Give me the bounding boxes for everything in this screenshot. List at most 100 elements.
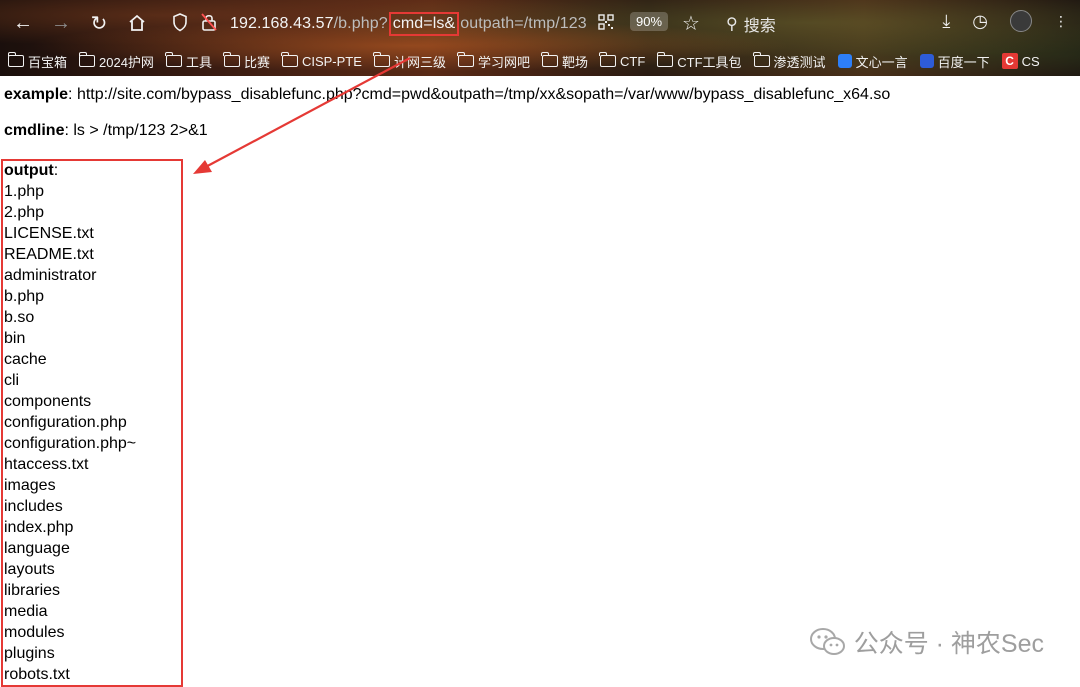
history-clock-icon[interactable]: ◷ [972, 11, 988, 32]
list-item: index.php [4, 519, 74, 536]
search-box[interactable]: ⚲ 搜索 [726, 12, 776, 36]
bookmark-item[interactable]: 计网三级 [373, 52, 446, 71]
example-line: example: http://site.com/bypass_disablef… [4, 86, 890, 104]
browser-chrome: ← → ↻ 192.168.43.57/b.php? cmd=ls& outpath… [0, 0, 1080, 76]
list-item: language [4, 540, 70, 557]
list-item: cache [4, 351, 47, 368]
list-item: plugins [4, 645, 55, 662]
list-item: 2.php [4, 204, 45, 221]
list-item: 1.php [4, 183, 45, 200]
cube-icon [837, 54, 852, 68]
cmdline-label: cmdline [4, 122, 65, 139]
reload-button[interactable]: ↻ [80, 4, 118, 42]
shield-icon[interactable] [172, 13, 188, 32]
bookmark-label: 百度一下 [937, 54, 990, 70]
bookmark-label: 百宝箱 [28, 54, 68, 70]
bookmark-label: 文心一言 [855, 54, 908, 70]
bookmark-item[interactable]: 文心一言 [837, 52, 908, 71]
bookmark-label: CTF工具包 [677, 54, 742, 70]
bookmark-item[interactable]: 靶场 [541, 52, 588, 71]
folder-icon [541, 52, 558, 67]
list-item: configuration.php [4, 414, 127, 431]
list-item: components [4, 393, 92, 410]
insecure-lock-icon[interactable] [200, 12, 218, 32]
list-item: layouts [4, 561, 55, 578]
list-item: configuration.php~ [4, 435, 137, 452]
example-label: example [4, 86, 69, 103]
c-badge-icon: C [1001, 53, 1018, 69]
url-text[interactable]: 192.168.43.57/b.php? cmd=ls& outpath=/tmp/… [230, 12, 587, 36]
list-item: LICENSE.txt [4, 225, 94, 242]
cmdline-line: cmdline: ls > /tmp/123 2>&1 [4, 122, 208, 140]
wechat-watermark: 公众号 · 神农Sec [809, 624, 1044, 660]
bookmark-star-icon[interactable]: ☆ [682, 11, 700, 36]
folder-icon [753, 52, 770, 67]
bookmarks-bar: 百宝箱 2024护网 工具 比赛 CISP-PTE 计网三级 学习网吧 靶场 C… [0, 48, 1080, 74]
page-content: example: http://site.com/bypass_disablef… [0, 76, 1080, 687]
qr-code-icon[interactable] [598, 14, 614, 30]
bookmark-label: CTF [619, 53, 646, 69]
folder-icon [78, 52, 96, 67]
bookmark-item[interactable]: CTF工具包 [656, 52, 742, 71]
folder-icon [165, 52, 182, 67]
paw-icon [919, 54, 934, 68]
list-item: includes [4, 498, 63, 515]
bookmark-item[interactable]: 百宝箱 [7, 52, 68, 71]
cmdline-value: : ls > /tmp/123 2>&1 [64, 122, 208, 139]
back-button[interactable]: ← [4, 4, 42, 42]
bookmark-item[interactable]: CTF [599, 52, 646, 69]
extension-avatar-icon[interactable] [1010, 10, 1032, 32]
folder-icon [7, 52, 24, 67]
folder-icon [599, 52, 616, 67]
folder-icon [223, 52, 240, 67]
bookmark-label: 学习网吧 [477, 54, 530, 70]
list-item: administrator [4, 267, 97, 284]
output-label: output [4, 162, 54, 179]
reload-icon: ↻ [90, 12, 108, 35]
bookmark-item[interactable]: 学习网吧 [457, 52, 530, 71]
list-item: images [4, 477, 56, 494]
bookmark-item[interactable]: 比赛 [223, 52, 270, 71]
list-item: b.so [4, 309, 35, 326]
address-bar[interactable]: 192.168.43.57/b.php? cmd=ls& outpath=/tmp/… [230, 8, 587, 40]
more-icon[interactable]: ⋮ [1054, 13, 1068, 30]
list-item: modules [4, 624, 65, 641]
list-item: cli [4, 372, 20, 389]
bookmark-item[interactable]: 百度一下 [919, 52, 990, 71]
folder-icon [373, 52, 390, 67]
bookmark-item[interactable]: C CS [1001, 53, 1040, 69]
list-item: robots.txt [4, 666, 70, 683]
forward-button[interactable]: → [42, 4, 80, 42]
home-icon [129, 14, 145, 31]
output-list: output: 1.php 2.php LICENSE.txt README.t… [4, 160, 136, 685]
download-icon[interactable]: ⤓ [942, 11, 950, 32]
list-item: media [4, 603, 48, 620]
arrow-left-icon: ← [13, 11, 33, 34]
url-host: 192.168.43.57 [230, 15, 334, 32]
bookmark-label: CISP-PTE [301, 53, 362, 69]
search-icon: ⚲ [726, 16, 738, 33]
wechat-icon [809, 628, 845, 655]
folder-icon [457, 52, 474, 67]
bookmark-label: CS [1021, 53, 1040, 69]
folder-icon [656, 52, 674, 67]
list-item: README.txt [4, 246, 94, 263]
watermark-text: 公众号 · 神农Sec [853, 630, 1044, 658]
list-item: libraries [4, 582, 61, 599]
bookmark-label: 靶场 [561, 54, 588, 70]
zoom-level-badge[interactable]: 90% [630, 12, 669, 31]
arrow-right-icon: → [51, 11, 71, 34]
bookmark-label: 计网三级 [393, 54, 446, 70]
bookmark-item[interactable]: 工具 [165, 52, 212, 71]
example-value: : http://site.com/bypass_disablefunc.php… [68, 86, 891, 103]
url-path-before: /b.php? [333, 15, 388, 32]
output-header: output: [4, 160, 136, 181]
list-item: htaccess.txt [4, 456, 89, 473]
folder-icon [281, 52, 298, 67]
home-button[interactable] [118, 4, 156, 42]
bookmark-item[interactable]: 2024护网 [78, 52, 154, 71]
bookmark-item[interactable]: CISP-PTE [281, 52, 362, 69]
bookmark-item[interactable]: 渗透测试 [753, 52, 826, 71]
url-path-after: outpath=/tmp/123 [460, 15, 587, 32]
bookmark-label: 比赛 [243, 54, 270, 70]
